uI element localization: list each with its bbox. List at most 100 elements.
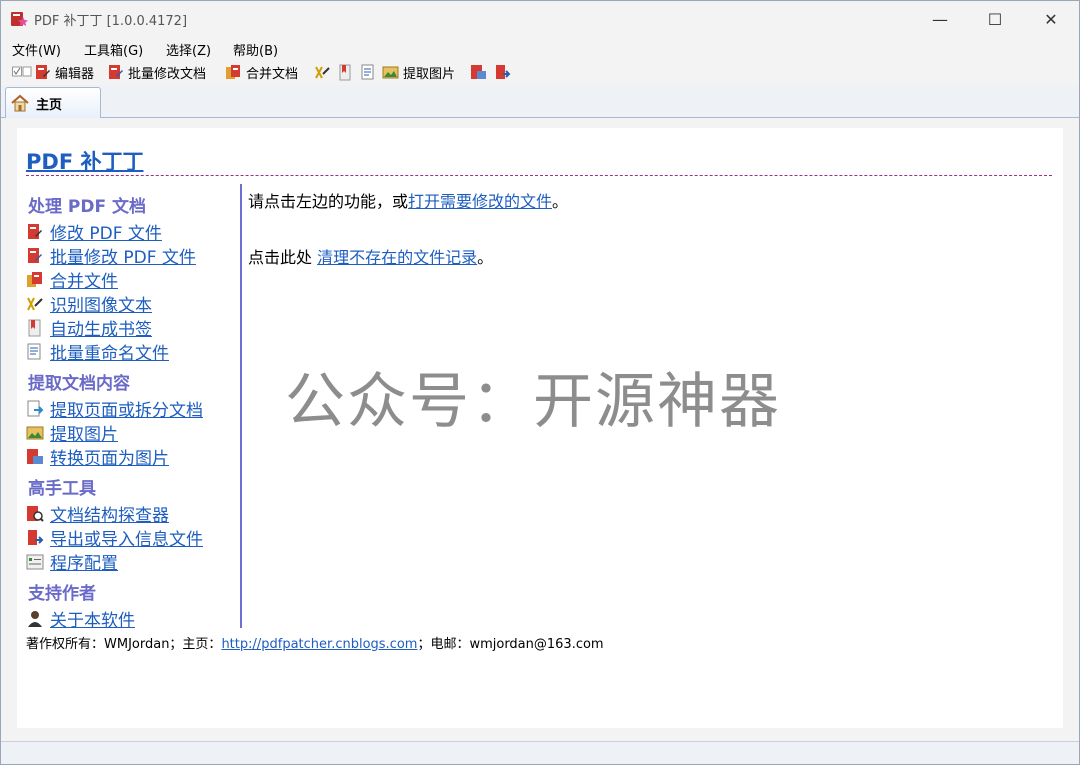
link-label: 识别图像文本 (50, 296, 152, 316)
export-icon (28, 529, 44, 545)
homepage-link[interactable]: http://pdfpatcher.cnblogs.com (221, 637, 417, 652)
ocr-icon (27, 297, 43, 310)
app-logo-icon (11, 12, 28, 26)
merge-label: 合并文档 (246, 66, 299, 82)
pdf-edit-icon (28, 223, 42, 239)
toolbar: 编辑器 批量修改文档 合并文档 提取图片 (1, 59, 1079, 85)
pdf-edit-icon (36, 64, 50, 79)
tab-home-label: 主页 (36, 97, 63, 113)
app-window: PDF 补丁丁 [1.0.0.4172] — ☐ ✕ 文件(W) 工具箱(G) … (0, 0, 1080, 765)
explorer-icon (27, 505, 44, 522)
section-process: 处理 PDF 文档 (28, 197, 147, 217)
copyright-footer: 著作权所有：WMJordan；主页：http://pdfpatcher.cnbl… (26, 633, 604, 652)
section-extract: 提取文档内容 (28, 374, 130, 394)
watermark-text: 公众号：开源神器 (285, 367, 781, 437)
extract-pages-icon (27, 400, 44, 416)
cleanup-records-link[interactable]: 清理不存在的文件记录 (317, 248, 477, 267)
export-info-button[interactable] (494, 62, 515, 82)
footer-suffix: ；电邮：wmjordan@163.com (417, 637, 604, 652)
tab-home[interactable]: 主页 (5, 87, 101, 118)
pdf-batch-icon (28, 247, 42, 263)
close-icon: ✕ (1044, 9, 1058, 29)
link-pages-to-images[interactable]: 转换页面为图片 (26, 444, 169, 469)
rename-button[interactable] (360, 62, 381, 82)
extract-images-button[interactable]: 提取图片 (382, 62, 455, 82)
cleanup-line: 点击此处 清理不存在的文件记录。 (248, 244, 493, 268)
link-about[interactable]: 关于本软件 (26, 606, 135, 631)
link-merge-files[interactable]: 合并文件 (26, 267, 118, 292)
menu-file[interactable]: 文件(W) (12, 40, 61, 59)
instruction-suffix: 。 (552, 192, 569, 211)
page-title: PDF 补丁丁 (26, 150, 144, 174)
batch-modify-button[interactable]: 批量修改文档 (107, 62, 206, 82)
pdf-merge-icon (226, 64, 240, 79)
status-bar (1, 741, 1079, 764)
home-icon (11, 94, 29, 112)
link-auto-bookmark[interactable]: 自动生成书签 (26, 315, 152, 340)
pdf-merge-icon (27, 271, 42, 287)
link-label: 批量修改 PDF 文件 (50, 248, 196, 268)
cleanup-prefix: 点击此处 (248, 248, 318, 267)
tab-strip: 主页 (1, 85, 1079, 118)
footer-prefix: 著作权所有：WMJordan；主页： (26, 637, 222, 652)
window-title: PDF 补丁丁 [1.0.0.4172] (34, 14, 188, 29)
merge-button[interactable]: 合并文档 (225, 62, 298, 82)
section-advanced: 高手工具 (28, 479, 96, 499)
minimize-icon: — (932, 9, 948, 29)
link-batch-rename[interactable]: 批量重命名文件 (26, 339, 169, 364)
picture-icon (26, 426, 44, 439)
pages-to-images-button[interactable] (470, 62, 491, 82)
link-label: 文档结构探查器 (50, 506, 169, 526)
menu-tools[interactable]: 工具箱(G) (84, 40, 143, 59)
link-label: 提取页面或拆分文档 (50, 401, 203, 421)
maximize-button[interactable]: ☐ (969, 1, 1021, 37)
menu-options[interactable]: 选择(Z) (166, 40, 211, 59)
link-label: 批量重命名文件 (50, 344, 169, 364)
pdf-to-image-icon (471, 64, 486, 79)
rename-icon (27, 343, 41, 359)
bookmark-icon (28, 319, 41, 336)
home-page: PDF 补丁丁 处理 PDF 文档 修改 PDF 文件 批量修改 PDF 文件 … (17, 128, 1063, 728)
link-extract-images[interactable]: 提取图片 (26, 420, 118, 445)
link-label: 合并文件 (50, 272, 118, 292)
checklist-icon[interactable] (12, 65, 32, 79)
user-icon (28, 610, 42, 627)
link-settings[interactable]: 程序配置 (26, 549, 118, 574)
export-icon (496, 64, 511, 79)
link-ocr[interactable]: 识别图像文本 (26, 291, 152, 316)
link-label: 自动生成书签 (50, 320, 152, 340)
editor-button[interactable]: 编辑器 (34, 62, 94, 82)
link-extract-pages[interactable]: 提取页面或拆分文档 (26, 396, 203, 421)
function-sidebar: 处理 PDF 文档 修改 PDF 文件 批量修改 PDF 文件 合并文件 识别图… (26, 184, 242, 631)
link-label: 提取图片 (50, 425, 118, 445)
link-modify-pdf[interactable]: 修改 PDF 文件 (26, 219, 162, 244)
batch-modify-label: 批量修改文档 (128, 66, 207, 82)
open-file-link[interactable]: 打开需要修改的文件 (408, 192, 552, 211)
rename-icon (361, 64, 374, 79)
pdf-to-image-icon (27, 448, 43, 464)
pdf-batch-icon (109, 64, 123, 79)
link-export-import-info[interactable]: 导出或导入信息文件 (26, 525, 203, 550)
link-batch-modify-pdf[interactable]: 批量修改 PDF 文件 (26, 243, 196, 268)
ocr-icon (315, 66, 330, 78)
instruction-prefix: 请点击左边的功能，或 (248, 192, 409, 211)
link-label: 导出或导入信息文件 (50, 530, 203, 550)
minimize-button[interactable]: — (914, 1, 966, 37)
title-bar: PDF 补丁丁 [1.0.0.4172] — ☐ ✕ (1, 1, 1079, 37)
link-label: 关于本软件 (50, 611, 135, 631)
link-structure-explorer[interactable]: 文档结构探查器 (26, 501, 169, 526)
title-divider (26, 175, 1052, 176)
bookmark-button[interactable] (337, 62, 358, 82)
picture-icon (382, 66, 399, 78)
settings-icon (26, 554, 44, 569)
close-button[interactable]: ✕ (1025, 1, 1077, 37)
cleanup-suffix: 。 (477, 248, 494, 267)
bookmark-icon (339, 64, 351, 80)
extract-images-label: 提取图片 (403, 66, 456, 82)
ocr-button[interactable] (314, 62, 335, 82)
link-label: 转换页面为图片 (50, 449, 169, 469)
menu-help[interactable]: 帮助(B) (233, 40, 278, 59)
section-support: 支持作者 (28, 584, 96, 604)
editor-label: 编辑器 (55, 66, 95, 82)
link-label: 修改 PDF 文件 (50, 224, 162, 244)
